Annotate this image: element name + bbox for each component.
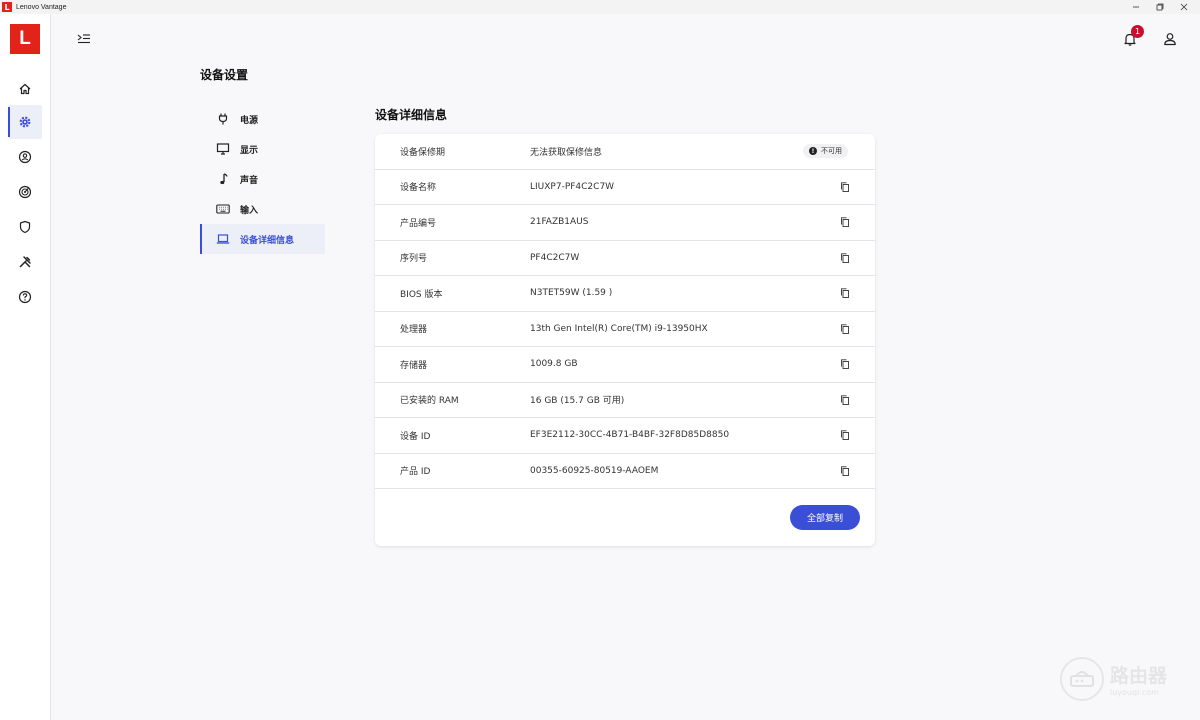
table-row: 已安装的 RAM 16 GB (15.7 GB 可用) <box>375 383 875 418</box>
row-label: 存储器 <box>400 360 428 371</box>
page-title: 设备设置 <box>200 68 249 82</box>
copy-icon[interactable] <box>840 217 850 228</box>
table-row: 产品 ID 00355-60925-80519-AAOEM <box>375 454 875 489</box>
row-value: 1009.8 GB <box>530 359 578 370</box>
row-label: 设备名称 <box>400 183 437 194</box>
router-logo-icon <box>1060 657 1104 701</box>
row-label: 设备保修期 <box>400 147 446 158</box>
info-icon: ! <box>809 147 817 156</box>
sidebar-item-home[interactable] <box>8 72 42 106</box>
plug-icon <box>218 113 228 125</box>
row-value: 00355-60925-80519-AAOEM <box>530 465 659 476</box>
copy-icon[interactable] <box>840 395 850 405</box>
submenu-item-input[interactable]: 输入 <box>200 194 325 224</box>
device-settings-submenu: 电源 显示 声音 输入 设备详细信息 <box>200 104 325 254</box>
title-bar: L Lenovo Vantage <box>0 0 1200 14</box>
restore-icon <box>1156 3 1164 11</box>
section-title: 设备详细信息 <box>375 108 448 122</box>
music-note-icon <box>220 173 228 185</box>
submenu-item-label: 声音 <box>240 175 259 186</box>
copy-icon[interactable] <box>840 253 850 263</box>
copy-icon[interactable] <box>840 324 850 334</box>
row-value: 13th Gen Intel(R) Core(TM) i9-13950HX <box>530 323 708 334</box>
copy-icon[interactable] <box>840 359 850 370</box>
row-value: EF3E2112-30CC-4B71-B4BF-32F8D85D8850 <box>530 430 730 441</box>
monitor-icon <box>216 143 230 155</box>
row-value: 无法获取保修信息 <box>530 147 603 158</box>
minimize-icon <box>1133 6 1139 8</box>
row-value: PF4C2C7W <box>530 252 580 263</box>
status-badge: ! 不可用 <box>803 144 848 159</box>
sidebar: L <box>0 14 51 720</box>
close-icon <box>1180 3 1188 11</box>
account-icon <box>18 150 32 164</box>
expand-menu-icon <box>77 34 90 44</box>
radar-icon <box>18 185 32 199</box>
user-icon <box>1164 33 1176 46</box>
copy-icon[interactable] <box>840 430 850 441</box>
expand-menu-button[interactable] <box>76 32 92 46</box>
lenovo-logo[interactable]: L <box>10 24 40 54</box>
row-label: 已安装的 RAM <box>400 396 459 407</box>
window-title: Lenovo Vantage <box>16 3 67 11</box>
row-value: LIUXP7-PF4C2C7W <box>530 181 615 192</box>
sidebar-item-help[interactable] <box>8 280 42 314</box>
user-button[interactable] <box>1162 31 1178 47</box>
row-label: 设备 ID <box>400 431 431 442</box>
table-row: 设备名称 LIUXP7-PF4C2C7W <box>375 170 875 205</box>
table-row: BIOS 版本 N3TET59W (1.59 ) <box>375 276 875 312</box>
home-icon <box>19 83 31 95</box>
submenu-item-label: 设备详细信息 <box>240 235 295 246</box>
sidebar-item-security[interactable] <box>8 210 42 244</box>
watermark-site: luyouqi.com <box>1110 688 1159 697</box>
submenu-item-sound[interactable]: 声音 <box>200 164 325 194</box>
submenu-item-device-details[interactable]: 设备详细信息 <box>200 224 325 254</box>
row-label: 产品编号 <box>400 218 437 229</box>
app-logo-icon: L <box>2 2 12 12</box>
submenu-item-label: 输入 <box>240 205 259 216</box>
table-row: 存储器 1009.8 GB <box>375 347 875 383</box>
sidebar-item-device-settings[interactable] <box>8 105 42 139</box>
table-row: 设备保修期 无法获取保修信息 ! 不可用 <box>375 134 875 170</box>
status-text: 不可用 <box>821 147 842 156</box>
minimize-button[interactable] <box>1124 0 1148 14</box>
watermark: 路由器 luyouqi.com <box>1060 656 1190 702</box>
table-row: 序列号 PF4C2C7W <box>375 241 875 276</box>
restore-button[interactable] <box>1148 0 1172 14</box>
device-details-card: 设备保修期 无法获取保修信息 ! 不可用 设备名称 LIUXP7-PF4C2C7… <box>375 134 875 546</box>
row-value: N3TET59W (1.59 ) <box>530 288 613 299</box>
tools-icon <box>19 256 31 268</box>
keyboard-icon <box>216 204 230 214</box>
row-value: 21FAZB1AUS <box>530 217 589 228</box>
sidebar-item-account[interactable] <box>8 140 42 174</box>
laptop-icon <box>216 234 230 244</box>
row-label: 产品 ID <box>400 467 431 478</box>
row-label: BIOS 版本 <box>400 289 443 300</box>
gear-icon <box>19 116 31 128</box>
sidebar-item-tools[interactable] <box>8 245 42 279</box>
copy-icon[interactable] <box>840 182 850 192</box>
row-label: 序列号 <box>400 254 428 265</box>
watermark-name: 路由器 <box>1110 665 1168 687</box>
submenu-item-label: 电源 <box>240 115 259 126</box>
submenu-item-label: 显示 <box>240 145 259 156</box>
copy-icon[interactable] <box>840 288 850 299</box>
notification-badge: 1 <box>1131 25 1144 38</box>
close-button[interactable] <box>1172 0 1196 14</box>
help-icon <box>18 290 32 304</box>
row-label: 处理器 <box>400 325 428 336</box>
shield-icon <box>19 220 31 234</box>
row-value: 16 GB (15.7 GB 可用) <box>530 396 625 407</box>
table-row: 产品编号 21FAZB1AUS <box>375 205 875 241</box>
submenu-item-display[interactable]: 显示 <box>200 134 325 164</box>
sidebar-item-smart[interactable] <box>8 175 42 209</box>
table-row: 设备 ID EF3E2112-30CC-4B71-B4BF-32F8D85D88… <box>375 418 875 454</box>
table-row: 处理器 13th Gen Intel(R) Core(TM) i9-13950H… <box>375 312 875 347</box>
submenu-item-power[interactable]: 电源 <box>200 104 325 134</box>
copy-icon[interactable] <box>840 466 850 476</box>
copy-all-button[interactable]: 全部复制 <box>790 505 860 530</box>
